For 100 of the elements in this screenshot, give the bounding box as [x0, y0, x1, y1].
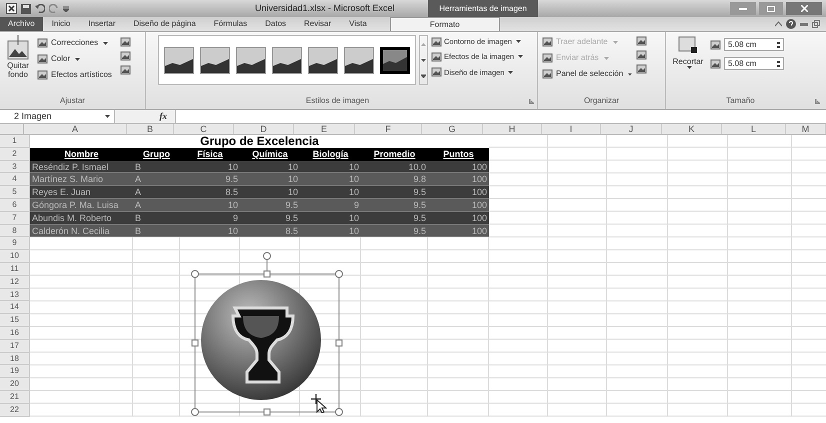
row-header[interactable]: 13 — [0, 288, 30, 302]
file-tab[interactable]: Archivo — [0, 17, 43, 31]
row-header[interactable]: 2 — [0, 148, 30, 161]
column-header[interactable]: B — [127, 124, 174, 134]
ribbon-tab[interactable]: Inicio — [42, 17, 80, 31]
row-header[interactable]: 16 — [0, 326, 30, 340]
table-cell: Reséndiz P. Ismael — [30, 160, 133, 174]
table-cell: B — [133, 224, 180, 238]
dialog-launcher-icon[interactable] — [815, 98, 820, 104]
name-box[interactable]: 2 Imagen — [0, 110, 115, 123]
picture-style-thumbnail[interactable] — [236, 46, 266, 74]
row-header[interactable]: 5 — [0, 186, 30, 199]
row-header[interactable]: 1 — [0, 135, 30, 148]
table-cell: 10 — [240, 186, 300, 199]
ribbon-tab[interactable]: Formato — [390, 17, 500, 31]
row-header[interactable]: 22 — [0, 404, 30, 417]
adjust-command[interactable]: Efectos artísticos — [37, 69, 117, 81]
landscape-icon — [345, 56, 373, 72]
caret-icon — [105, 115, 110, 118]
row-header[interactable]: 6 — [0, 198, 30, 212]
column-heading-cell: Física — [180, 148, 240, 161]
landscape-icon — [383, 54, 407, 70]
column-header[interactable]: F — [355, 124, 422, 134]
column-header[interactable]: L — [722, 124, 786, 134]
size-field[interactable]: 5.08 cm — [724, 57, 784, 70]
column-header[interactable]: E — [294, 124, 355, 134]
table-cell: 10 — [300, 212, 361, 225]
row-header[interactable]: 4 — [0, 173, 30, 186]
column-header[interactable]: I — [542, 124, 601, 134]
row-header[interactable]: 10 — [0, 250, 30, 263]
column-header[interactable]: C — [174, 124, 234, 134]
row-header[interactable]: 14 — [0, 301, 30, 314]
table-cell: 9.5 — [361, 224, 428, 238]
close-button[interactable] — [786, 2, 822, 15]
customize-caret-icon[interactable] — [63, 6, 69, 12]
table-cell: 10 — [240, 173, 300, 186]
command-icon — [431, 67, 442, 78]
caret-icon — [686, 66, 692, 69]
caret-up-icon — [421, 42, 426, 46]
spinner-icon — [777, 40, 780, 48]
picture-style-thumbnail[interactable] — [344, 46, 374, 74]
row-header[interactable]: 21 — [0, 390, 30, 404]
contextual-tab-header: Herramientas de imagen — [428, 0, 538, 17]
ribbon-tab[interactable]: Vista — [340, 17, 376, 31]
table-cell: 10 — [180, 160, 240, 174]
column-header[interactable]: K — [662, 124, 722, 134]
caret-icon — [612, 40, 618, 44]
spreadsheet-icon[interactable] — [6, 3, 17, 14]
group-label: Estilos de imagen — [304, 95, 370, 107]
picture-style-thumbnail[interactable] — [164, 46, 194, 74]
table-cell: A — [133, 186, 180, 199]
remove-background-button[interactable]: Quitar fondo — [2, 35, 34, 95]
row-header[interactable]: 19 — [0, 365, 30, 378]
row-header[interactable]: 8 — [0, 224, 30, 238]
column-header[interactable]: A — [24, 124, 127, 134]
picture-style-thumbnail[interactable] — [380, 46, 410, 74]
row-header[interactable]: 18 — [0, 352, 30, 366]
column-header[interactable]: M — [786, 124, 826, 134]
ribbon-minimize-icon[interactable] — [775, 21, 782, 27]
row-header[interactable]: 9 — [0, 237, 30, 250]
column-header[interactable]: J — [601, 124, 662, 134]
caret-icon — [103, 42, 108, 44]
row-header[interactable]: 15 — [0, 314, 30, 327]
minimize-button[interactable] — [730, 2, 756, 15]
crop-button[interactable]: Recortar — [670, 35, 706, 95]
selection-handles-drawing[interactable] — [190, 251, 344, 417]
adjust-command[interactable]: Correcciones — [37, 37, 117, 49]
column-header[interactable]: H — [483, 124, 542, 134]
arrange-command[interactable]: Panel de selección — [542, 68, 632, 80]
ribbon-tab[interactable]: Datos — [256, 17, 296, 31]
row-header[interactable]: 3 — [0, 160, 30, 174]
dialog-launcher-icon[interactable] — [529, 98, 534, 104]
ribbon-tab[interactable]: Insertar — [79, 17, 124, 31]
command-icon — [542, 37, 553, 47]
row-header[interactable]: 17 — [0, 340, 30, 353]
column-header[interactable]: D — [234, 124, 294, 134]
sheet-title: Grupo de Excelencia — [30, 135, 489, 148]
window-restore-icon[interactable] — [812, 20, 820, 28]
insert-function-button[interactable]: fx — [160, 110, 167, 124]
picture-style-thumbnail[interactable] — [308, 46, 338, 74]
column-header[interactable]: G — [422, 124, 483, 134]
row-header[interactable]: 20 — [0, 378, 30, 391]
ribbon-tab[interactable]: Revisar — [295, 17, 340, 31]
help-icon[interactable] — [786, 19, 796, 29]
table-cell: Martínez S. Mario — [30, 173, 133, 186]
save-icon[interactable] — [21, 4, 31, 14]
row-header[interactable]: 11 — [0, 262, 30, 276]
window-minimize-icon[interactable] — [800, 21, 808, 27]
picture-style-thumbnail[interactable] — [200, 46, 230, 74]
ribbon-tab[interactable]: Diseño de página — [124, 17, 205, 31]
formula-field[interactable] — [175, 110, 826, 123]
size-field[interactable]: 5.08 cm — [724, 38, 784, 51]
row-header[interactable]: 7 — [0, 212, 30, 225]
undo-icon[interactable] — [35, 4, 45, 13]
row-header[interactable]: 12 — [0, 276, 30, 289]
adjust-command[interactable]: Color — [37, 53, 117, 65]
ribbon-tab[interactable]: Fórmulas — [204, 17, 256, 31]
picture-style-thumbnail[interactable] — [272, 46, 302, 74]
table-cell: 9.5 — [240, 198, 300, 212]
caret-icon — [508, 70, 514, 74]
